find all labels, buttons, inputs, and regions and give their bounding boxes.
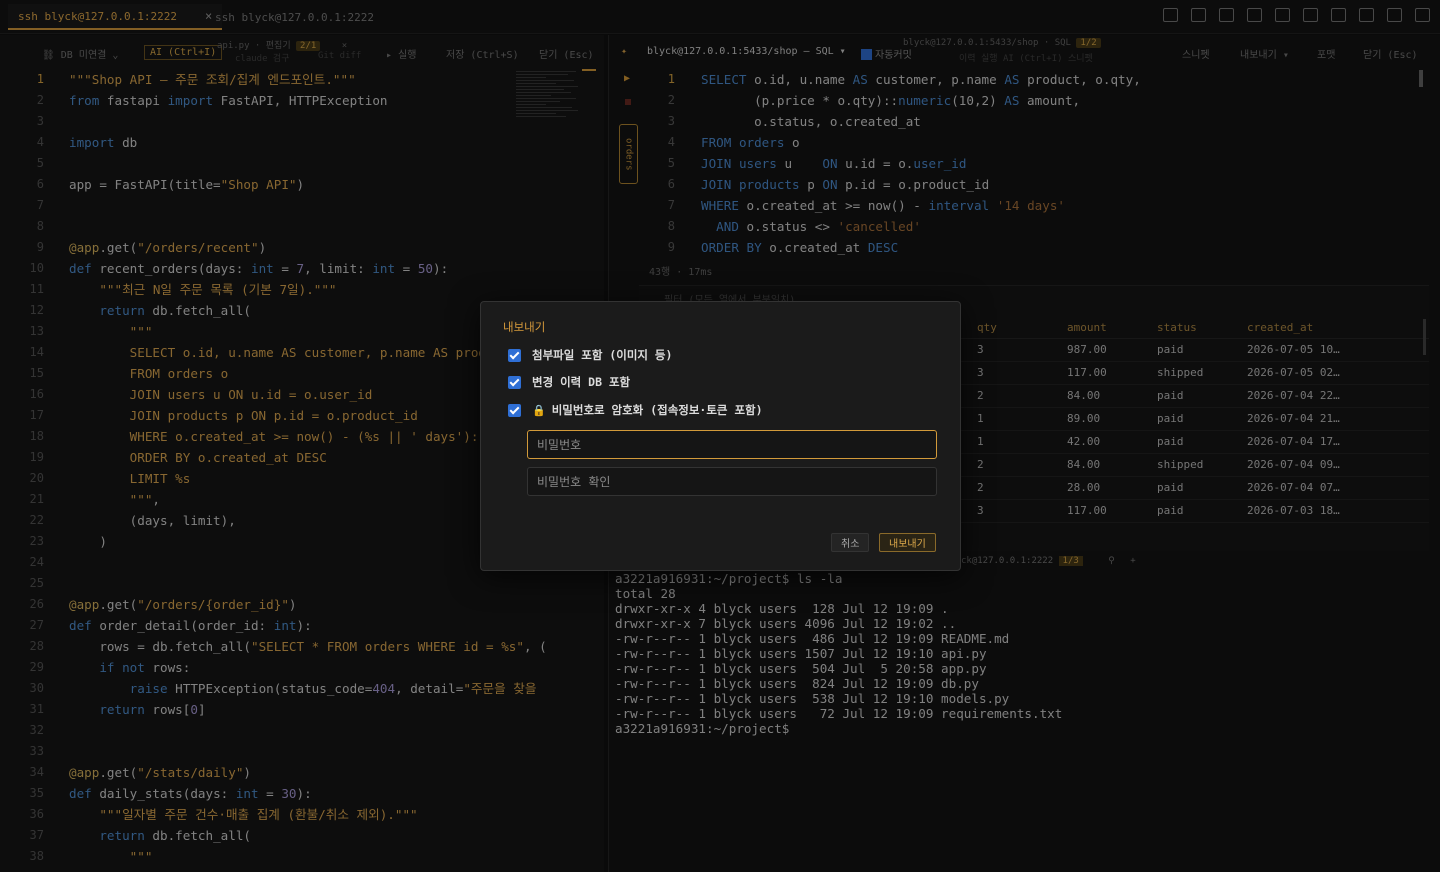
password-confirm-input[interactable] [527, 467, 937, 496]
cancel-button[interactable]: 취소 [831, 533, 870, 552]
export-confirm-button[interactable]: 내보내기 [879, 533, 936, 552]
checkbox-attachments[interactable] [508, 348, 521, 362]
option-history[interactable]: 변경 이력 DB 포함 [508, 374, 630, 390]
option-encrypt-label: 비밀번호로 암호화 (접속정보·토큰 포함) [551, 403, 763, 417]
export-dialog: 내보내기 첨부파일 포함 (이미지 등) 변경 이력 DB 포함 🔒 비밀번호로… [480, 301, 961, 571]
option-history-label: 변경 이력 DB 포함 [532, 375, 631, 389]
lock-icon: 🔒 [532, 403, 546, 417]
password-input[interactable] [527, 430, 937, 459]
dialog-title: 내보내기 [503, 320, 546, 334]
option-encrypt[interactable]: 🔒 비밀번호로 암호화 (접속정보·토큰 포함) [508, 402, 763, 418]
checkbox-encrypt[interactable] [508, 403, 521, 417]
option-attachments[interactable]: 첨부파일 포함 (이미지 등) [508, 347, 672, 363]
checkbox-history[interactable] [508, 375, 521, 389]
option-attachments-label: 첨부파일 포함 (이미지 등) [532, 348, 673, 362]
